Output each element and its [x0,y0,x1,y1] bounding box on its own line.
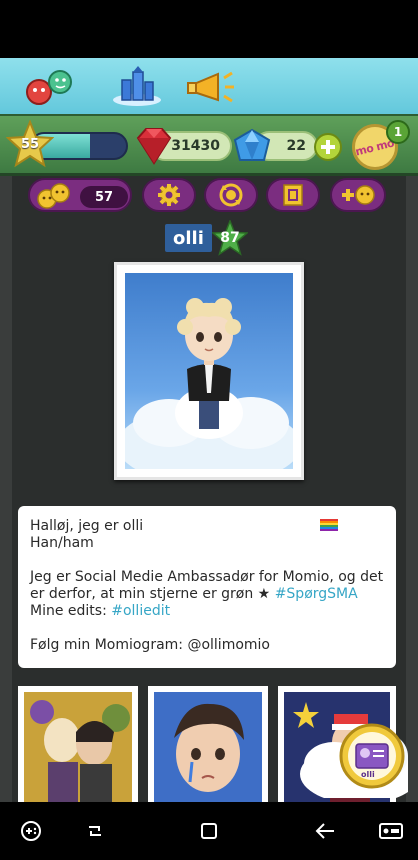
hashtag-link[interactable]: #olliedit [111,603,170,619]
recent-apps-button[interactable] [80,818,110,844]
record-icon [379,823,403,839]
bio-line-6: Følg min Momiogram: @ollimomio [30,637,270,653]
ruby-count: 31430 [171,138,220,154]
username-text: olli [173,227,204,249]
screen-recorder-button[interactable] [376,818,406,844]
back-button[interactable] [310,818,340,844]
diamond-icon [233,128,271,161]
photo-art [154,692,262,802]
diamond-count: 22 [286,138,306,154]
wardrobe-icon [283,184,303,206]
wardrobe-button[interactable] [266,178,320,212]
friends-faces-icon [37,183,70,209]
home-icon [201,823,217,839]
swap-avatar-button[interactable] [204,178,258,212]
photo-art [24,692,132,802]
stats-bar: 55 31430 22 mo mo 1 [0,114,418,176]
bio-card: Halløj, jeg er olli Han/ham Jeg er Socia… [18,506,396,668]
system-nav-bar [0,802,418,860]
add-friend-icon [342,185,375,205]
hashtag-link[interactable]: #SpørgSMA [275,586,358,602]
bio-line-4: er derfor, at min stjerne er grøn ★ #Spø… [30,586,384,603]
top-nav [0,58,418,114]
plus-icon [321,140,335,154]
profile-content[interactable]: 57 olli 87 Halløj, jeg er olli Han/ham J… [0,176,418,802]
gear-icon [158,184,180,206]
rainbow-flag-icon [320,519,338,531]
photo-image [24,692,132,802]
news-nav-button[interactable] [182,64,240,108]
friends-nav-button[interactable] [20,64,78,108]
photo-thumbnail[interactable] [18,686,138,802]
bio-line-5: Mine edits: #olliedit [30,603,384,620]
bio-line-5-text: Mine edits: [30,603,107,619]
notification-count: 1 [393,125,403,139]
swap-icon [219,183,243,207]
add-currency-button[interactable] [314,133,342,161]
add-friend-button[interactable] [330,178,386,212]
status-bar [0,0,418,58]
recent-apps-icon [89,826,101,836]
bio-line-4-text: er derfor, at min stjerne er grøn ★ [30,586,271,602]
game-tools-icon [21,821,41,841]
momio-id-badge[interactable]: olli [300,708,418,802]
city-nav-button[interactable] [108,64,166,108]
photo-thumbnail[interactable] [148,686,268,802]
id-card-icon [300,723,418,802]
back-arrow-icon [315,823,334,839]
home-button[interactable] [194,818,224,844]
settings-button[interactable] [142,178,196,212]
username-label: olli [165,224,212,252]
bio-line-3: Jeg er Social Medie Ambassadør for Momio… [30,569,384,585]
notification-badge: 1 [386,120,410,144]
badge-label: olli [361,770,375,779]
avatar-character [125,298,293,469]
bio-line-2: Han/ham [30,535,94,551]
avatar-photo-frame[interactable] [114,262,304,480]
avatar-image [125,273,293,469]
user-level: 87 [220,230,240,246]
ruby-icon [136,128,172,165]
friends-count: 57 [80,186,128,208]
player-level: 55 [20,136,40,152]
game-tools-button[interactable] [16,818,46,844]
city-icon [113,66,161,106]
photo-image [154,692,262,802]
megaphone-icon [187,71,234,103]
friends-icon [26,70,72,105]
friends-button[interactable]: 57 [28,178,132,212]
